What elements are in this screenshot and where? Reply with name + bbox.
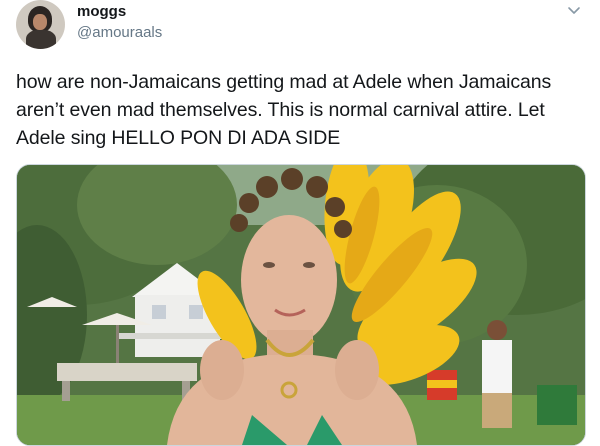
tweet-photo[interactable] <box>16 164 586 446</box>
user-handle[interactable]: @amouraals <box>77 24 162 41</box>
chevron-down-icon[interactable] <box>566 4 582 18</box>
photo-illustration <box>17 165 585 445</box>
tweet-text: how are non-Jamaicans getting mad at Ade… <box>16 71 552 149</box>
avatar[interactable] <box>16 0 65 49</box>
display-name[interactable]: moggs <box>77 3 126 20</box>
